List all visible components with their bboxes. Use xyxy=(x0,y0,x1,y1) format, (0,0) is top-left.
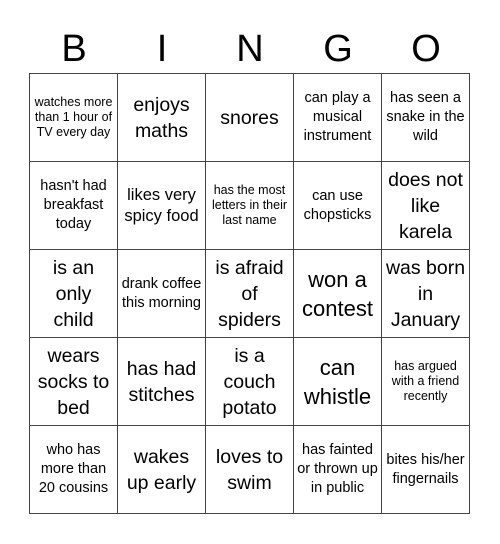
bingo-cell[interactable]: enjoys maths xyxy=(118,74,206,162)
header-letter-o: O xyxy=(411,28,441,70)
cell-text: has the most letters in their last name xyxy=(211,183,288,227)
cell-text: has had stitches xyxy=(126,357,197,406)
bingo-cell[interactable]: can use chopsticks xyxy=(294,162,382,250)
cell-text: can use chopsticks xyxy=(303,187,372,223)
cell-text: has argued with a friend recently xyxy=(391,359,460,403)
cell-text: is an only child xyxy=(52,256,95,331)
cell-text: watches more than 1 hour of TV every day xyxy=(34,95,113,139)
bingo-cell[interactable]: likes very spicy food xyxy=(118,162,206,250)
bingo-cell[interactable]: won a contest xyxy=(294,250,382,338)
header-letter-n: N xyxy=(236,28,264,70)
bingo-cell[interactable]: snores xyxy=(206,74,294,162)
bingo-cell[interactable]: can play a musical instrument xyxy=(294,74,382,162)
cell-text: is afraid of spiders xyxy=(215,256,284,331)
bingo-cell[interactable]: loves to swim xyxy=(206,426,294,514)
bingo-cell[interactable]: has had stitches xyxy=(118,338,206,426)
cell-text: has seen a snake in the wild xyxy=(386,90,465,144)
cell-text: likes very spicy food xyxy=(124,185,199,225)
bingo-cell[interactable]: can whistle xyxy=(294,338,382,426)
bingo-cell[interactable]: wakes up early xyxy=(118,426,206,514)
cell-text: won a contest xyxy=(302,266,373,321)
cell-text: was born in January xyxy=(385,256,466,331)
bingo-cell[interactable]: who has more than 20 cousins xyxy=(30,426,118,514)
bingo-cell[interactable]: bites his/her fingernails xyxy=(382,426,470,514)
cell-text: wears socks to bed xyxy=(37,344,110,419)
bingo-cell[interactable]: watches more than 1 hour of TV every day xyxy=(30,74,118,162)
header-letter-g: G xyxy=(323,28,353,70)
cell-text: bites his/her fingernails xyxy=(386,451,465,487)
cell-text: who has more than 20 cousins xyxy=(38,442,109,496)
cell-text: can whistle xyxy=(303,354,372,409)
cell-text: is a couch potato xyxy=(222,344,277,419)
bingo-cell[interactable]: has fainted or thrown up in public xyxy=(294,426,382,514)
bingo-cell[interactable]: has the most letters in their last name xyxy=(206,162,294,250)
bingo-cell[interactable]: drank coffee this morning xyxy=(118,250,206,338)
bingo-grid: watches more than 1 hour of TV every day… xyxy=(29,73,470,514)
bingo-cell[interactable]: hasn't had breakfast today xyxy=(30,162,118,250)
cell-text: hasn't had breakfast today xyxy=(40,178,107,232)
bingo-header: B I N G O xyxy=(30,24,470,74)
bingo-cell[interactable]: is a couch potato xyxy=(206,338,294,426)
cell-text: loves to swim xyxy=(215,445,284,494)
cell-text: enjoys maths xyxy=(133,93,190,142)
bingo-cell[interactable]: has argued with a friend recently xyxy=(382,338,470,426)
bingo-cell[interactable]: has seen a snake in the wild xyxy=(382,74,470,162)
bingo-cell[interactable]: was born in January xyxy=(382,250,470,338)
cell-text: can play a musical instrument xyxy=(303,90,372,144)
cell-text: wakes up early xyxy=(126,445,197,494)
cell-text: drank coffee this morning xyxy=(121,275,202,311)
cell-text: does not like karela xyxy=(388,168,463,243)
bingo-cell[interactable]: wears socks to bed xyxy=(30,338,118,426)
header-letter-i: I xyxy=(156,28,168,70)
bingo-cell[interactable]: is afraid of spiders xyxy=(206,250,294,338)
cell-text: has fainted or thrown up in public xyxy=(297,442,378,496)
bingo-cell[interactable]: does not like karela xyxy=(382,162,470,250)
bingo-cell[interactable]: is an only child xyxy=(30,250,118,338)
cell-text: snores xyxy=(220,106,279,129)
header-letter-b: B xyxy=(61,28,87,70)
